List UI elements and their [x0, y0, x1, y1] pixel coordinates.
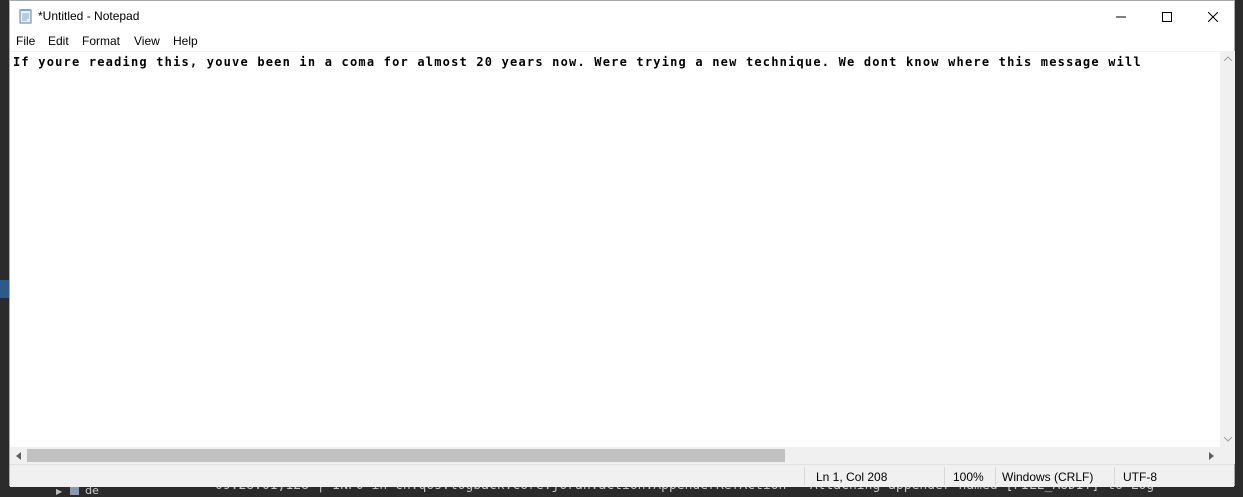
status-line-ending: Windows (CRLF)	[1002, 470, 1094, 484]
close-icon	[1207, 7, 1219, 26]
menu-file[interactable]: File	[16, 33, 35, 50]
window-title: *Untitled - Notepad	[38, 9, 140, 23]
notepad-icon[interactable]	[18, 8, 34, 24]
status-bar: Ln 1, Col 208 100% Windows (CRLF) UTF-8	[10, 464, 1234, 487]
status-divider	[804, 467, 805, 485]
scroll-right-button[interactable]	[1203, 447, 1220, 464]
chevron-left-icon	[16, 451, 21, 460]
status-divider	[995, 467, 996, 485]
horizontal-scrollbar[interactable]	[10, 447, 1220, 464]
background-terminal	[0, 0, 9, 494]
menu-view[interactable]: View	[134, 33, 160, 50]
scroll-down-button[interactable]	[1220, 432, 1235, 447]
menu-format[interactable]: Format	[82, 33, 120, 50]
menu-bar: File Edit Format View Help	[10, 32, 1234, 51]
expand-arrow-icon: ▶	[56, 487, 63, 496]
scroll-left-button[interactable]	[10, 447, 27, 464]
status-zoom: 100%	[953, 470, 984, 484]
scroll-up-button[interactable]	[1220, 51, 1235, 66]
status-cursor-position: Ln 1, Col 208	[816, 470, 888, 484]
chevron-down-icon	[1223, 437, 1232, 442]
status-divider	[1114, 467, 1115, 485]
chevron-up-icon	[1223, 56, 1232, 61]
menu-edit[interactable]: Edit	[48, 33, 69, 50]
maximize-button[interactable]	[1144, 1, 1190, 32]
vertical-scrollbar[interactable]	[1220, 51, 1235, 447]
scroll-corner	[1220, 447, 1235, 464]
editor-content[interactable]: If youre reading this, youve been in a c…	[13, 54, 1142, 70]
menu-help[interactable]: Help	[173, 33, 198, 50]
background-selection-marker	[0, 280, 9, 298]
status-encoding: UTF-8	[1123, 470, 1157, 484]
chevron-right-icon	[1209, 451, 1214, 460]
title-bar[interactable]: *Untitled - Notepad	[10, 1, 1234, 32]
status-divider	[944, 467, 945, 485]
maximize-icon	[1162, 7, 1172, 26]
horizontal-scroll-thumb[interactable]	[27, 449, 785, 462]
minimize-button[interactable]	[1098, 1, 1144, 32]
close-button[interactable]	[1190, 1, 1236, 32]
notepad-window: *Untitled - Notepad File Edit Format Vie…	[9, 0, 1235, 487]
text-editor[interactable]: If youre reading this, youve been in a c…	[10, 51, 1220, 448]
minimize-icon	[1116, 7, 1126, 26]
